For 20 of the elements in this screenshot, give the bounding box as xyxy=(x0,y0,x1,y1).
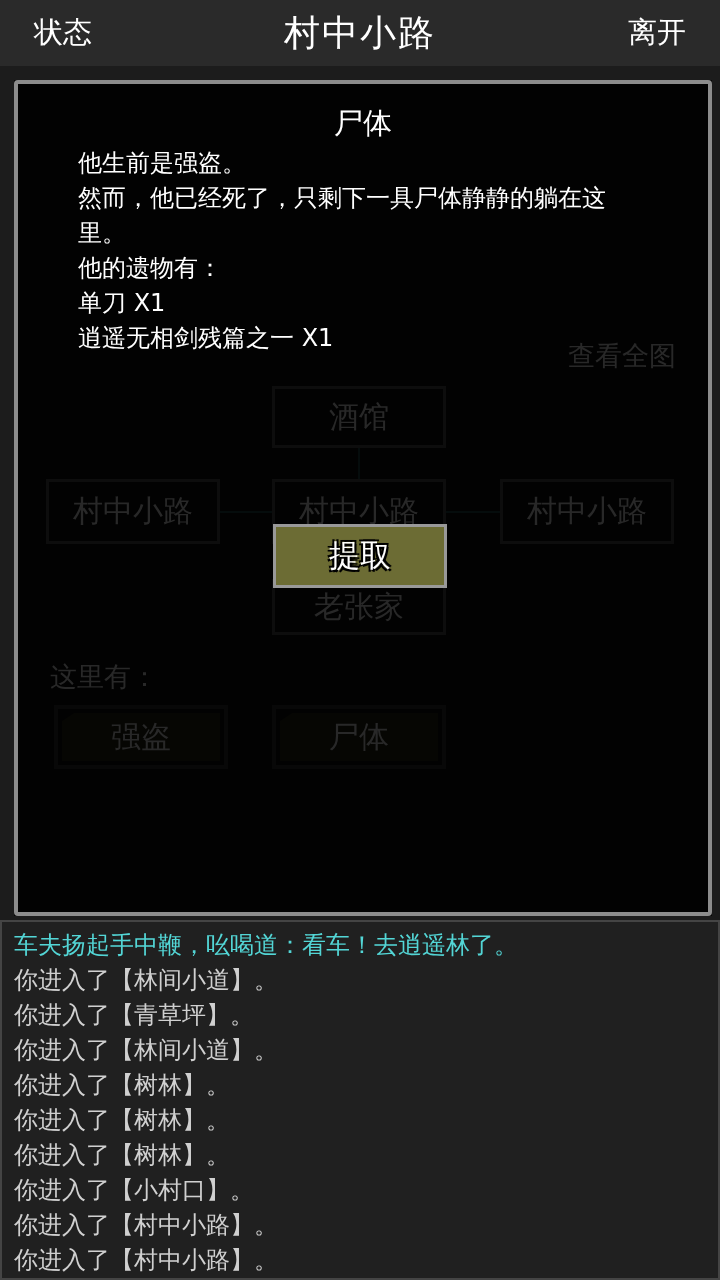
log-message: 你进入了【树林】。 xyxy=(14,1105,231,1136)
take-button[interactable]: 提取 xyxy=(273,524,447,588)
log-message: 你进入了【树林】。 xyxy=(14,1070,231,1101)
log-message: 你进入了【村中小路】。 xyxy=(14,1210,279,1241)
location-title: 村中小路 xyxy=(284,10,436,55)
dialog-text: 他生前是强盗。 xyxy=(78,148,246,179)
dialog-text: 单刀 X1 xyxy=(78,288,166,319)
dialog-title: 尸体 xyxy=(333,105,393,142)
log-message: 你进入了【青草坪】。 xyxy=(14,1000,255,1031)
leave-button[interactable]: 离开 xyxy=(628,9,686,57)
dialog-text: 他的遗物有： xyxy=(78,253,222,284)
log-message: 你进入了【林间小道】。 xyxy=(14,965,279,996)
log-message: 车夫扬起手中鞭，吆喝道：看车！去逍遥林了。 xyxy=(14,930,519,961)
log-message: 你进入了【树林】。 xyxy=(14,1140,231,1171)
status-button[interactable]: 状态 xyxy=(34,9,92,57)
log-message: 你进入了【小村口】。 xyxy=(14,1175,255,1206)
log-message: 你进入了【林间小道】。 xyxy=(14,1035,279,1066)
dialog-text: 逍遥无相剑残篇之一 X1 xyxy=(78,323,334,354)
log-message: 你进入了【村中小路】。 xyxy=(14,1245,279,1276)
dialog-text: 然而，他已经死了，只剩下一具尸体静静的躺在这里。 xyxy=(78,183,607,249)
